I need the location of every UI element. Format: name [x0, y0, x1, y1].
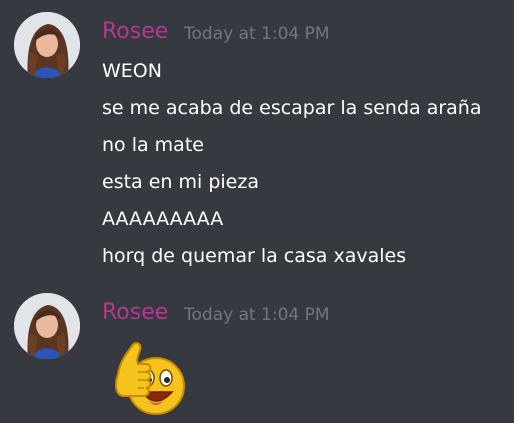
message-group: Rosee Today at 1:04 PM: [0, 280, 514, 423]
message-line: se me acaba de escapar la senda araña: [102, 97, 482, 119]
thumbs-up-smiley-icon[interactable]: [98, 330, 190, 422]
timestamp: Today at 1:04 PM: [184, 24, 330, 44]
timestamp: Today at 1:04 PM: [184, 305, 330, 325]
username[interactable]: Rosee: [102, 300, 168, 326]
avatar-image: [14, 293, 80, 359]
message-line: esta en mi pieza: [102, 171, 259, 193]
message-line: no la mate: [102, 134, 204, 156]
message-line: AAAAAAAAA: [102, 208, 224, 230]
message-line: WEON: [102, 60, 162, 82]
username[interactable]: Rosee: [102, 19, 168, 45]
message-line: horq de quemar la casa xavales: [102, 245, 407, 267]
avatar-image: [14, 12, 80, 78]
avatar[interactable]: [14, 12, 80, 78]
avatar[interactable]: [14, 293, 80, 359]
message-group: Rosee Today at 1:04 PM WEON se me acaba …: [0, 0, 514, 280]
